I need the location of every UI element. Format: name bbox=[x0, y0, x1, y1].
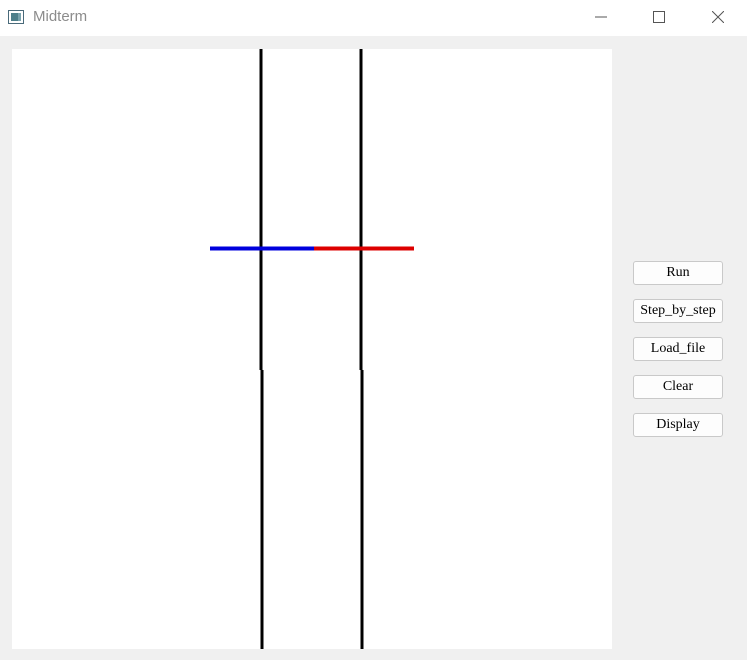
close-icon bbox=[712, 11, 724, 23]
load-file-button[interactable]: Load_file bbox=[633, 337, 723, 361]
minimize-icon bbox=[595, 16, 607, 18]
main-window: Midterm Run Step_by_step Load_file Clear… bbox=[0, 0, 747, 660]
window-title: Midterm bbox=[33, 8, 88, 25]
close-button[interactable] bbox=[689, 0, 747, 34]
drawing-canvas[interactable] bbox=[12, 49, 612, 649]
title-bar: Midterm bbox=[0, 0, 747, 36]
step-by-step-button[interactable]: Step_by_step bbox=[633, 299, 723, 323]
display-button[interactable]: Display bbox=[633, 413, 723, 437]
maximize-icon bbox=[653, 11, 665, 23]
clear-button[interactable]: Clear bbox=[633, 375, 723, 399]
run-button[interactable]: Run bbox=[633, 261, 723, 285]
minimize-button[interactable] bbox=[572, 0, 630, 34]
app-icon bbox=[8, 10, 24, 24]
maximize-button[interactable] bbox=[630, 0, 688, 34]
